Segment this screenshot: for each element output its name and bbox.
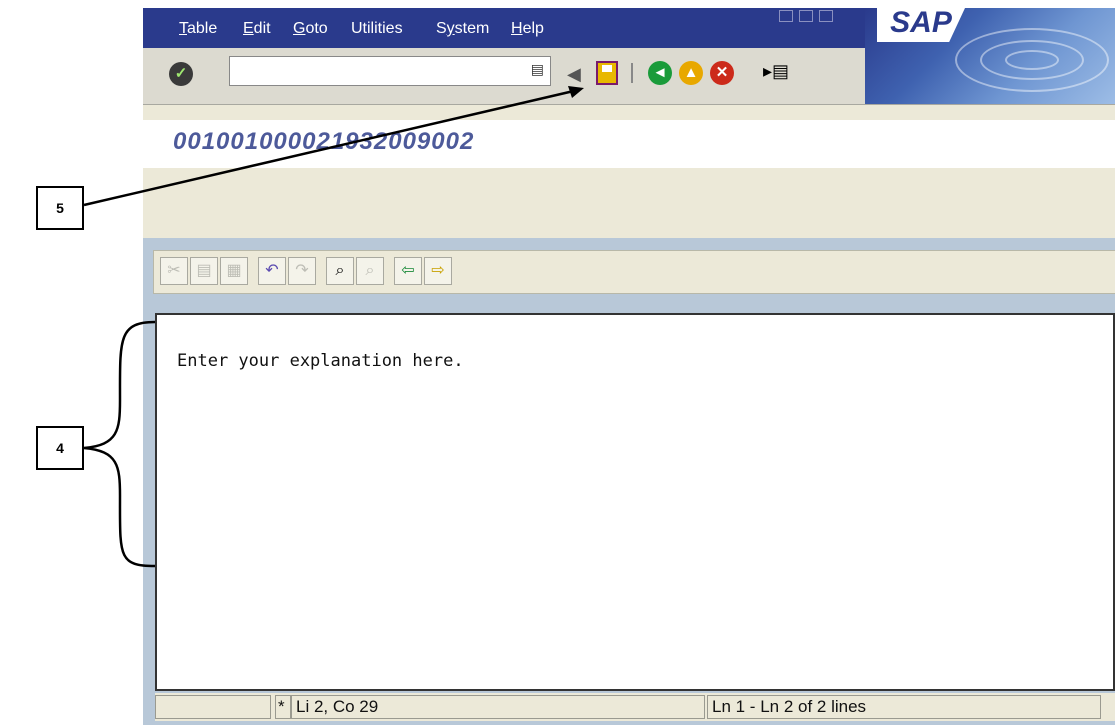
callout-4: 4 — [36, 426, 84, 470]
callout-4-brace — [83, 320, 156, 568]
callout-5-arrow-line — [83, 88, 579, 207]
annotation-overlay — [83, 86, 584, 568]
callout-5-arrowhead — [568, 86, 584, 98]
callout-5: 5 — [36, 186, 84, 230]
